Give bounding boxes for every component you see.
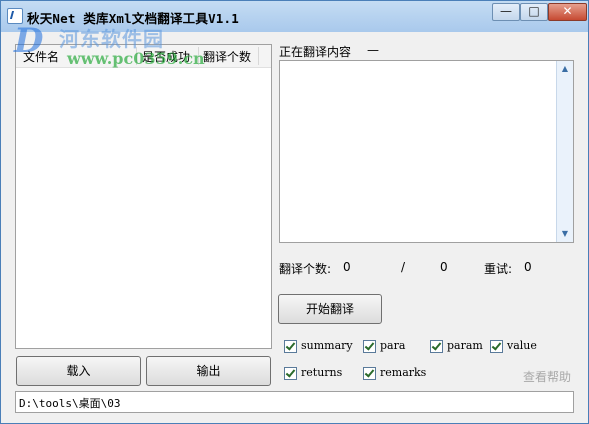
path-field[interactable]: D:\tools\桌面\03 bbox=[15, 391, 574, 413]
remarks-checkbox-label: remarks bbox=[380, 366, 427, 379]
total-value: 0 bbox=[440, 260, 448, 274]
returns-checkbox-label: returns bbox=[301, 366, 343, 379]
column-header-count[interactable]: 翻译个数 bbox=[203, 48, 251, 65]
main-window: 秋天Net 类库Xml文档翻译工具V1.1 — □ ✕ 文件名 是否成功 翻译个… bbox=[0, 0, 589, 424]
watermark-logo: D bbox=[14, 21, 44, 61]
summary-checkbox-label: summary bbox=[301, 339, 353, 352]
translation-content-box[interactable]: ▲ ▼ bbox=[279, 60, 574, 243]
start-translation-button[interactable]: 开始翻译 bbox=[278, 294, 382, 324]
checkbox-check-icon bbox=[284, 340, 297, 353]
scroll-up-icon[interactable]: ▲ bbox=[557, 61, 573, 77]
count-separator: / bbox=[401, 260, 406, 274]
retry-value: 0 bbox=[524, 260, 532, 274]
value-checkbox-label: value bbox=[507, 339, 537, 352]
translating-value: — bbox=[367, 43, 379, 57]
export-button[interactable]: 输出 bbox=[146, 356, 271, 386]
checkbox-check-icon bbox=[284, 367, 297, 380]
count-value: 0 bbox=[343, 260, 351, 274]
watermark-url: www.pc0359.cn bbox=[67, 49, 205, 68]
load-button[interactable]: 载入 bbox=[16, 356, 141, 386]
checkbox-check-icon bbox=[430, 340, 443, 353]
path-text: D:\tools\桌面\03 bbox=[19, 397, 121, 410]
translating-label: 正在翻译内容 bbox=[279, 45, 352, 59]
para-checkbox-label: para bbox=[380, 339, 406, 352]
close-icon: ✕ bbox=[562, 4, 573, 18]
count-label: 翻译个数: bbox=[279, 262, 332, 276]
minimize-icon: — bbox=[500, 4, 512, 18]
maximize-button[interactable]: □ bbox=[520, 3, 548, 21]
help-link[interactable]: 查看帮助 bbox=[523, 368, 571, 385]
file-list[interactable]: 文件名 是否成功 翻译个数 bbox=[15, 44, 272, 349]
retry-label: 重试: bbox=[484, 262, 513, 276]
checkbox-check-icon bbox=[363, 340, 376, 353]
vertical-scrollbar[interactable]: ▲ ▼ bbox=[556, 61, 573, 242]
column-divider[interactable] bbox=[258, 47, 259, 65]
watermark-site-name: 河东软件园 bbox=[59, 27, 164, 51]
checkbox-check-icon bbox=[363, 367, 376, 380]
checkbox-check-icon bbox=[490, 340, 503, 353]
close-button[interactable]: ✕ bbox=[548, 3, 587, 21]
param-checkbox-label: param bbox=[447, 339, 483, 352]
minimize-button[interactable]: — bbox=[492, 3, 520, 21]
maximize-icon: □ bbox=[528, 4, 540, 18]
scroll-down-icon[interactable]: ▼ bbox=[557, 226, 573, 242]
